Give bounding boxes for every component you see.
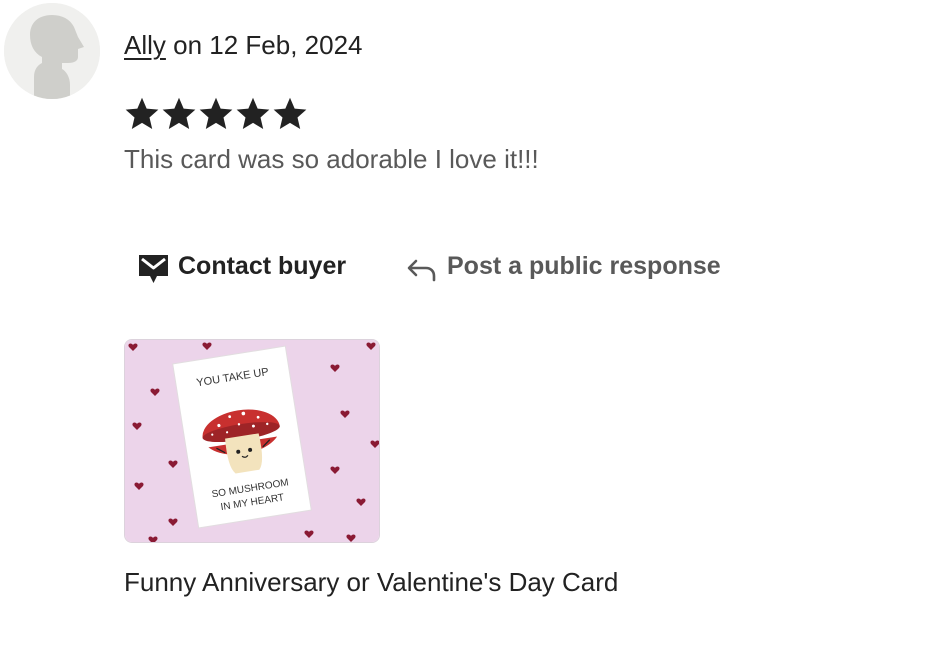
post-public-response-label: Post a public response (447, 251, 721, 280)
star-icon (236, 97, 270, 129)
star-icon (199, 97, 233, 129)
reviewer-avatar[interactable] (4, 3, 100, 99)
envelope-icon (138, 254, 169, 284)
star-icon (273, 97, 307, 129)
review-date: on 12 Feb, 2024 (165, 30, 363, 60)
reviewer-name-link[interactable]: Ally (124, 30, 166, 60)
listing-title[interactable]: Funny Anniversary or Valentine's Day Car… (124, 566, 618, 598)
contact-buyer-button[interactable]: Contact buyer (138, 246, 346, 286)
post-public-response-button[interactable]: Post a public response (406, 246, 721, 286)
reply-arrow-icon (406, 258, 437, 282)
star-icon (125, 97, 159, 129)
star-rating (124, 96, 308, 134)
person-silhouette-icon (4, 3, 100, 99)
star-icon (162, 97, 196, 129)
listing-thumbnail[interactable]: YOU TAKE UP SO MUSHROOM IN MY HEART (124, 339, 380, 543)
contact-buyer-label: Contact buyer (178, 251, 347, 280)
listing-image: YOU TAKE UP SO MUSHROOM IN MY HEART (125, 340, 379, 542)
review-text: This card was so adorable I love it!!! (124, 144, 539, 174)
review-header: Ally on 12 Feb, 2024 (124, 29, 363, 61)
